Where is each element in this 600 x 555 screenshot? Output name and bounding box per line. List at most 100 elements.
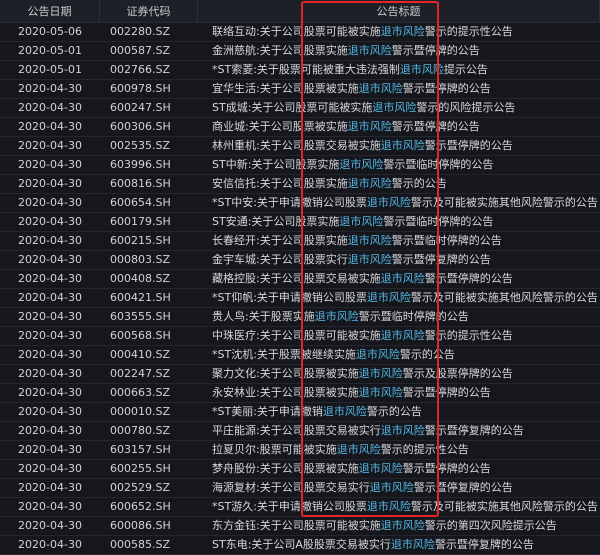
table-row[interactable]: 2020-04-30 000410.SZ *ST沈机:关于股票被继续实施退市风险警示…	[0, 346, 600, 365]
table-row[interactable]: 2020-04-30 600179.SH ST安通:关于公司股票实施退市风险警示暨临…	[0, 213, 600, 232]
cell-title[interactable]: *ST沈机:关于股票被继续实施退市风险警示的公告	[198, 346, 600, 364]
cell-title[interactable]: 藏格控股:关于公司股票交易被实施退市风险警示暨停牌的公告	[198, 270, 600, 288]
title-suffix: 提示公告	[443, 63, 488, 76]
cell-code: 002535.SZ	[110, 139, 171, 152]
table-row[interactable]: 2020-04-30 600306.SH 商业城:关于公司股票被实施退市风险警示暨停…	[0, 118, 600, 137]
cell-title[interactable]: 联络互动:关于公司股票可能被实施退市风险警示的提示性公告	[198, 23, 600, 41]
cell-title[interactable]: 平庄能源:关于公司股票交易被实行退市风险警示暨停复牌的公告	[198, 422, 600, 440]
cell-title[interactable]: 金洲慈航:关于公司股票实施退市风险警示暨停牌的公告	[198, 42, 600, 60]
cell-title[interactable]: 东方金钰:关于公司股票可能被实施退市风险警示的第四次风险提示公告	[198, 517, 600, 535]
title-highlight: 退市风险	[380, 139, 425, 152]
cell-code: 000408.SZ	[110, 272, 171, 285]
column-header-date[interactable]: 公告日期	[0, 0, 100, 22]
table-row[interactable]: 2020-04-30 600247.SH ST成城:关于公司股票可能被实施退市风险警…	[0, 99, 600, 118]
title-suffix: 警示暨停牌的公告	[391, 44, 480, 57]
table-row[interactable]: 2020-04-30 603996.SH ST中新:关于公司股票实施退市风险警示暨临…	[0, 156, 600, 175]
cell-code: 603996.SH	[110, 158, 171, 171]
cell-title[interactable]: 聚力文化:关于公司股票被实施退市风险警示及股票停牌的公告	[198, 365, 600, 383]
cell-title[interactable]: 海源复材:关于公司股票交易实行退市风险警示暨停复牌的公告	[198, 479, 600, 497]
table-row[interactable]: 2020-04-30 000585.SZ ST东电:关于公司A股股票交易被实行退市风…	[0, 536, 600, 555]
table-row[interactable]: 2020-04-30 002247.SZ 聚力文化:关于公司股票被实施退市风险警示及…	[0, 365, 600, 384]
title-prefix: *ST中安:关于申请撤销公司股票	[212, 196, 367, 209]
table-row[interactable]: 2020-05-06 002280.SZ 联络互动:关于公司股票可能被实施退市风险警…	[0, 23, 600, 42]
cell-code: 000663.SZ	[110, 386, 171, 399]
table-row[interactable]: 2020-04-30 000803.SZ 金宇车城:关于公司股票实行退市风险警示暨停…	[0, 251, 600, 270]
column-header-code[interactable]: 证券代码	[100, 0, 198, 22]
table-row[interactable]: 2020-04-30 600255.SH 梦舟股份:关于公司股票被实施退市风险警示暨…	[0, 460, 600, 479]
cell-date: 2020-04-30	[18, 120, 82, 133]
title-suffix: 警示的提示性公告	[380, 443, 469, 456]
title-highlight: 退市风险	[339, 158, 384, 171]
table-row[interactable]: 2020-04-30 600086.SH 东方金钰:关于公司股票可能被实施退市风险警…	[0, 517, 600, 536]
column-header-title[interactable]: 公告标题	[198, 0, 600, 22]
title-highlight: 退市风险	[347, 44, 392, 57]
cell-title[interactable]: *ST仰帆:关于申请撤销公司股票退市风险警示及可能被实施其他风险警示的公告	[198, 289, 600, 307]
cell-date: 2020-04-30	[18, 177, 82, 190]
title-suffix: 警示暨停牌的公告	[391, 120, 480, 133]
title-highlight: 退市风险	[380, 25, 425, 38]
cell-date: 2020-04-30	[18, 443, 82, 456]
table-row[interactable]: 2020-04-30 600978.SH 宜华生活:关于公司股票被实施退市风险警示暨…	[0, 80, 600, 99]
cell-date: 2020-05-01	[18, 63, 82, 76]
table-row[interactable]: 2020-05-01 000587.SZ 金洲慈航:关于公司股票实施退市风险警示暨停…	[0, 42, 600, 61]
cell-title[interactable]: 梦舟股份:关于公司股票被实施退市风险警示暨停牌的公告	[198, 460, 600, 478]
cell-title[interactable]: *ST中安:关于申请撤销公司股票退市风险警示及可能被实施其他风险警示的公告	[198, 194, 600, 212]
cell-date: 2020-04-30	[18, 462, 82, 475]
table-row[interactable]: 2020-04-30 000408.SZ 藏格控股:关于公司股票交易被实施退市风险警…	[0, 270, 600, 289]
title-prefix: 金宇车城:关于公司股票实行	[212, 253, 348, 266]
title-highlight: 退市风险	[366, 196, 411, 209]
title-suffix: 警示暨停复牌的公告	[391, 253, 491, 266]
cell-title[interactable]: 长春经开:关于公司股票实施退市风险警示暨临时停牌的公告	[198, 232, 600, 250]
table-row[interactable]: 2020-04-30 000663.SZ 永安林业:关于公司股票被实施退市风险警示暨…	[0, 384, 600, 403]
table-row[interactable]: 2020-04-30 600654.SH *ST中安:关于申请撤销公司股票退市风险警…	[0, 194, 600, 213]
table-row[interactable]: 2020-05-01 002766.SZ *ST索菱:关于股票可能被重大违法强制退市…	[0, 61, 600, 80]
title-highlight: 退市风险	[380, 329, 425, 342]
cell-code: 600306.SH	[110, 120, 171, 133]
title-highlight: 退市风险	[322, 405, 367, 418]
cell-code: 000803.SZ	[110, 253, 171, 266]
title-highlight: 退市风险	[355, 348, 400, 361]
title-highlight: 退市风险	[347, 120, 392, 133]
cell-title[interactable]: *ST游久:关于申请撤销公司股票退市风险警示及可能被实施其他风险警示的公告	[198, 498, 600, 516]
title-prefix: 梦舟股份:关于公司股票被实施	[212, 462, 359, 475]
table-row[interactable]: 2020-04-30 000780.SZ 平庄能源:关于公司股票交易被实行退市风险警…	[0, 422, 600, 441]
title-suffix: 警示的第四次风险提示公告	[424, 519, 557, 532]
cell-title[interactable]: 商业城:关于公司股票被实施退市风险警示暨停牌的公告	[198, 118, 600, 136]
table-row[interactable]: 2020-04-30 603157.SH 拉夏贝尔:股票可能被实施退市风险警示的提示…	[0, 441, 600, 460]
table-row[interactable]: 2020-04-30 600652.SH *ST游久:关于申请撤销公司股票退市风险警…	[0, 498, 600, 517]
table-row[interactable]: 2020-04-30 600215.SH 长春经开:关于公司股票实施退市风险警示暨临…	[0, 232, 600, 251]
table-row[interactable]: 2020-04-30 000010.SZ *ST美丽:关于申请撤销退市风险警示的公告	[0, 403, 600, 422]
title-suffix: 警示的风险提示公告	[416, 101, 516, 114]
cell-date: 2020-04-30	[18, 386, 82, 399]
cell-title[interactable]: ST中新:关于公司股票实施退市风险警示暨临时停牌的公告	[198, 156, 600, 174]
cell-title[interactable]: ST安通:关于公司股票实施退市风险警示暨临时停牌的公告	[198, 213, 600, 231]
table-row[interactable]: 2020-04-30 600568.SH 中珠医疗:关于公司股票可能被实施退市风险警…	[0, 327, 600, 346]
table-row[interactable]: 2020-04-30 600421.SH *ST仰帆:关于申请撤销公司股票退市风险警…	[0, 289, 600, 308]
title-highlight: 退市风险	[369, 481, 414, 494]
cell-date: 2020-04-30	[18, 272, 82, 285]
cell-title[interactable]: 安信信托:关于公司股票实施退市风险警示的公告	[198, 175, 600, 193]
cell-title[interactable]: ST成城:关于公司股票可能被实施退市风险警示的风险提示公告	[198, 99, 600, 117]
cell-code: 600654.SH	[110, 196, 171, 209]
cell-title[interactable]: 贵人鸟:关于股票实施退市风险警示暨临时停牌的公告	[198, 308, 600, 326]
table-row[interactable]: 2020-04-30 002535.SZ 林州重机:关于公司股票交易被实施退市风险警…	[0, 137, 600, 156]
table-row[interactable]: 2020-04-30 603555.SH 贵人鸟:关于股票实施退市风险警示暨临时停牌…	[0, 308, 600, 327]
cell-title[interactable]: 拉夏贝尔:股票可能被实施退市风险警示的提示性公告	[198, 441, 600, 459]
table-row[interactable]: 2020-04-30 002529.SZ 海源复材:关于公司股票交易实行退市风险警示…	[0, 479, 600, 498]
title-prefix: ST安通:关于公司股票实施	[212, 215, 340, 228]
title-prefix: 林州重机:关于公司股票交易被实施	[212, 139, 381, 152]
title-highlight: 退市风险	[380, 519, 425, 532]
table-row[interactable]: 2020-04-30 600816.SH 安信信托:关于公司股票实施退市风险警示的公…	[0, 175, 600, 194]
cell-title[interactable]: 中珠医疗:关于公司股票可能被实施退市风险警示的提示性公告	[198, 327, 600, 345]
cell-title[interactable]: 林州重机:关于公司股票交易被实施退市风险警示暨停牌的公告	[198, 137, 600, 155]
cell-title[interactable]: 永安林业:关于公司股票被实施退市风险警示暨停牌的公告	[198, 384, 600, 402]
cell-title[interactable]: *ST美丽:关于申请撤销退市风险警示的公告	[198, 403, 600, 421]
cell-title[interactable]: 宜华生活:关于公司股票被实施退市风险警示暨停牌的公告	[198, 80, 600, 98]
cell-code: 600568.SH	[110, 329, 171, 342]
title-prefix: 拉夏贝尔:股票可能被实施	[212, 443, 337, 456]
cell-title[interactable]: 金宇车城:关于公司股票实行退市风险警示暨停复牌的公告	[198, 251, 600, 269]
cell-date: 2020-04-30	[18, 253, 82, 266]
cell-date: 2020-04-30	[18, 158, 82, 171]
cell-title[interactable]: ST东电:关于公司A股股票交易被实行退市风险警示暨停复牌的公告	[198, 536, 600, 554]
cell-title[interactable]: *ST索菱:关于股票可能被重大违法强制退市风险提示公告	[198, 61, 600, 79]
